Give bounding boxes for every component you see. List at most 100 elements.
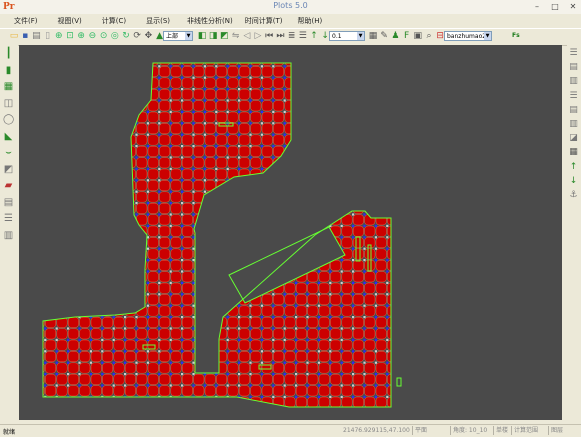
slab-panel	[364, 339, 376, 351]
status-cell: 图层	[548, 426, 563, 435]
mesh-node	[340, 361, 343, 364]
save-icon[interactable]: ▪	[20, 31, 30, 41]
slab-panel	[181, 339, 193, 351]
view-front-icon[interactable]: ◧	[197, 31, 207, 41]
next-icon[interactable]: ▷	[253, 31, 263, 41]
image-icon[interactable]: ▣	[413, 31, 423, 41]
zoom-prev-icon[interactable]: ◎	[110, 31, 120, 41]
grid-icon[interactable]: ▤	[568, 62, 579, 73]
last-icon[interactable]: ⏭	[275, 31, 285, 41]
slab-panel	[353, 305, 364, 317]
beam-icon[interactable]: ▮	[3, 65, 14, 76]
menu-display[interactable]: 显示(S)	[146, 16, 170, 26]
view-iso-icon[interactable]: ◩	[219, 31, 229, 41]
menu-time-calc[interactable]: 时间计算(T)	[245, 16, 283, 26]
report-icon[interactable]: ☰	[3, 213, 14, 224]
mesh-icon[interactable]: ◩	[3, 164, 14, 175]
arrow-down-icon[interactable]: ↓	[320, 31, 330, 41]
grid-icon[interactable]: ▤	[3, 197, 14, 208]
mesh-node	[135, 338, 138, 341]
open-icon[interactable]: ▭	[9, 31, 19, 41]
slab-panel	[159, 100, 170, 112]
floor-plan[interactable]	[19, 45, 562, 420]
view-side-icon[interactable]: ◨	[208, 31, 218, 41]
arrow-down-icon[interactable]: ↓	[568, 176, 579, 187]
name-select[interactable]: banzhumao2 ▼	[444, 31, 492, 41]
search-icon[interactable]: ⌕	[424, 31, 434, 41]
mesh-node	[112, 373, 115, 376]
slab-icon[interactable]: ▦	[3, 81, 14, 92]
chevron-down-icon[interactable]: ▼	[185, 32, 192, 40]
slab-panel	[364, 374, 376, 385]
mesh-node	[192, 213, 195, 216]
arrow-up-icon[interactable]: ↑	[568, 162, 579, 173]
fs-label[interactable]: Fs	[512, 32, 520, 39]
menu-view[interactable]: 视图(V)	[58, 16, 82, 26]
section-icon[interactable]: ⌣	[3, 147, 14, 158]
minimize-button[interactable]: –	[531, 1, 543, 12]
refresh-icon[interactable]: ↻	[121, 31, 131, 41]
first-icon[interactable]: ⏮	[264, 31, 274, 41]
menu-file[interactable]: 文件(F)	[14, 16, 38, 26]
zoom-window-icon[interactable]: ⊙	[99, 31, 109, 41]
menu-help[interactable]: 帮助(H)	[297, 16, 322, 26]
view-3d-icon[interactable]: ▲	[155, 31, 165, 41]
report-icon[interactable]: ☰	[568, 48, 579, 59]
report-icon[interactable]: ☰	[568, 91, 579, 102]
rotate-icon[interactable]: ⟳	[132, 31, 142, 41]
arrow-up-icon[interactable]: ↑	[309, 31, 319, 41]
mesh-node	[158, 270, 161, 273]
person-icon[interactable]: ♟	[390, 31, 400, 41]
grid-icon[interactable]: ▤	[568, 105, 579, 116]
table-icon[interactable]: ▦	[368, 31, 378, 41]
load-icon[interactable]: ◯	[3, 114, 14, 125]
chart-icon[interactable]: ◪	[568, 133, 579, 144]
zoom-plus-icon[interactable]: ⊕	[76, 31, 86, 41]
scale-select[interactable]: 0.1 ▼	[329, 31, 365, 41]
slab-panel	[159, 374, 170, 385]
result-icon[interactable]: ▥	[568, 119, 579, 130]
mesh-node	[260, 99, 263, 102]
mesh-node	[135, 350, 138, 353]
brick-icon[interactable]: ▰	[3, 180, 14, 191]
edit-icon[interactable]: ✎	[379, 31, 389, 41]
mesh-node	[169, 259, 172, 262]
floor-select[interactable]: 上部 ▼	[163, 31, 193, 41]
menu-calculate[interactable]: 计算(C)	[102, 16, 126, 26]
slab-panel	[170, 305, 182, 317]
mirror-icon[interactable]: ⇋	[231, 31, 241, 41]
mesh-node	[181, 156, 184, 159]
zoom-fit-icon[interactable]: ⊡	[65, 31, 75, 41]
chevron-down-icon[interactable]: ▼	[357, 32, 364, 40]
table-icon[interactable]: ▦	[568, 147, 579, 158]
slab-panel	[307, 305, 319, 317]
layers-icon[interactable]: ≣	[287, 31, 297, 41]
support-icon[interactable]: ◣	[3, 131, 14, 142]
result-icon[interactable]: ▥	[568, 76, 579, 87]
result-icon[interactable]: ▥	[3, 230, 14, 241]
anchor-icon[interactable]: ⚓	[568, 190, 579, 201]
scale-icon[interactable]: ⊟	[435, 31, 445, 41]
print-icon[interactable]: ▤	[31, 31, 41, 41]
zoom-minus-icon[interactable]: ⊖	[87, 31, 97, 41]
pan-icon[interactable]: ✥	[143, 31, 153, 41]
maximize-button[interactable]: □	[549, 1, 561, 12]
mesh-node	[226, 110, 229, 113]
mesh-node	[238, 327, 241, 330]
wall-icon[interactable]: ◫	[3, 98, 14, 109]
drawing-canvas[interactable]	[19, 45, 562, 420]
right-toolbar: ☰ ▤ ▥ ☰ ▤ ▥ ◪ ▦ ↑ ↓ ⚓	[567, 45, 581, 420]
mesh-node	[317, 327, 320, 330]
mesh-node	[363, 384, 366, 387]
menu-nonlinear[interactable]: 非线性分析(N)	[187, 16, 233, 26]
fs-icon[interactable]: F	[402, 31, 412, 41]
previous-icon[interactable]: ◁	[242, 31, 252, 41]
chevron-down-icon[interactable]: ▼	[484, 32, 491, 40]
page-icon[interactable]: ▯	[43, 31, 53, 41]
mesh-node	[374, 236, 377, 239]
mesh-node	[295, 293, 298, 296]
stack-icon[interactable]: ☰	[298, 31, 308, 41]
zoom-in-icon[interactable]: ⊕	[54, 31, 64, 41]
close-button[interactable]: ✕	[567, 1, 579, 12]
column-icon[interactable]: ┃	[3, 48, 14, 59]
